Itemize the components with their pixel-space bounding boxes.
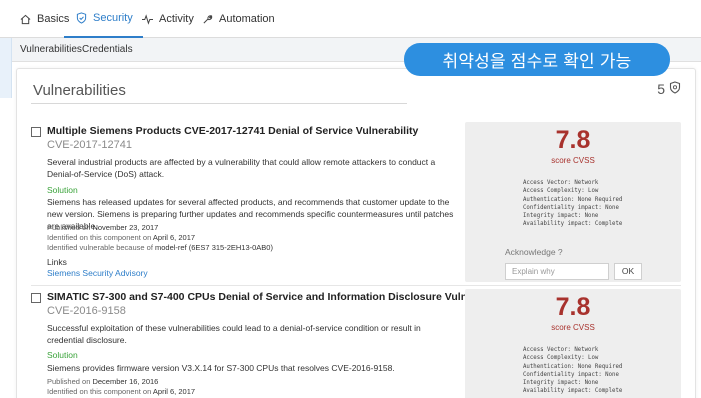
badge-shield-icon (669, 81, 681, 97)
published-prefix: Published on (47, 377, 93, 386)
published-date: Published on November 23, 2017 (47, 223, 158, 233)
tab-automation[interactable]: Automation (200, 0, 275, 38)
published-date: Published on December 16, 2016 (47, 377, 158, 387)
published-prefix: Published on (47, 223, 93, 232)
cvss-score-label: score CVSS (551, 323, 595, 332)
subnav-vulnerabilities[interactable]: Vulnerabilities (20, 44, 82, 55)
published-value: December 16, 2016 (92, 377, 159, 386)
wrench-icon (200, 12, 214, 26)
published-value: November 23, 2017 (92, 223, 159, 232)
identified-value: April 6, 2017 (152, 233, 196, 242)
vulnerability-count: 5 (657, 81, 681, 97)
links-label: Links (47, 257, 67, 267)
tab-activity[interactable]: Activity (140, 0, 194, 38)
cvss-score: 7.8 (555, 293, 591, 321)
tab-security-label: Security (93, 12, 133, 24)
vulnerability-title: SIMATIC S7-300 and S7-400 CPUs Denial of… (47, 291, 517, 303)
vulnerabilities-panel: Vulnerabilities 5 Multiple Siemens Produ… (16, 68, 696, 398)
acknowledge-label: Acknowledge ? (505, 247, 563, 257)
cvss-score: 7.8 (555, 126, 591, 154)
ok-button[interactable]: OK (614, 263, 642, 280)
activity-icon (140, 12, 154, 26)
advisory-link[interactable]: Siemens Security Advisory (47, 268, 148, 278)
solution-label: Solution (47, 350, 78, 360)
count-value: 5 (657, 81, 665, 97)
left-sidebar-strip (0, 36, 12, 98)
title-divider (31, 103, 407, 104)
tab-security[interactable]: Security (64, 0, 143, 38)
vulnerability-checkbox[interactable] (31, 293, 41, 303)
identified-prefix: Identified on this component on (47, 233, 153, 242)
subnav-credentials[interactable]: Credentials (82, 44, 133, 55)
cvss-score-box: 7.8 score CVSS Access Vector: Network Ac… (465, 122, 681, 282)
cvss-score-box: 7.8 score CVSS Access Vector: Network Ac… (465, 289, 681, 398)
identified-date: Identified on this component on April 6,… (47, 387, 195, 397)
cvss-vector: Access Vector: Network Access Complexity… (523, 347, 623, 395)
vulnerability-description: Successful exploitation of these vulnera… (47, 323, 421, 345)
vulnerable-prefix: Identified vulnerable because of (47, 243, 155, 252)
cvss-vector: Access Vector: Network Access Complexity… (523, 180, 623, 228)
solution-label: Solution (47, 185, 78, 195)
vulnerability-description: Several industrial products are affected… (47, 157, 436, 179)
vulnerable-value: model-ref (6ES7 315-2EH13-0AB0) (155, 243, 273, 252)
vulnerable-reason: Identified vulnerable because of model-r… (47, 243, 273, 253)
cve-id: CVE-2016-9158 (47, 305, 126, 317)
acknowledge-input[interactable]: Explain why (505, 263, 609, 280)
identified-prefix: Identified on this component on (47, 387, 153, 396)
row-divider (31, 285, 681, 286)
identified-date: Identified on this component on April 6,… (47, 233, 195, 243)
feature-banner: 취약성을 점수로 확인 가능 (404, 43, 670, 76)
solution-text: Siemens provides firmware version V3.X.1… (47, 363, 395, 373)
tab-basics[interactable]: Basics (18, 0, 69, 38)
panel-title: Vulnerabilities (33, 82, 126, 99)
tab-activity-label: Activity (159, 13, 194, 25)
shield-icon (74, 11, 88, 25)
vulnerability-checkbox[interactable] (31, 127, 41, 137)
tab-bar: Basics Security Activity Automation (0, 0, 701, 38)
identified-value: April 6, 2017 (152, 387, 196, 396)
cve-id: CVE-2017-12741 (47, 139, 133, 151)
tab-automation-label: Automation (219, 13, 275, 25)
cvss-score-label: score CVSS (551, 156, 595, 165)
home-icon (18, 12, 32, 26)
vulnerability-title: Multiple Siemens Products CVE-2017-12741… (47, 125, 419, 137)
